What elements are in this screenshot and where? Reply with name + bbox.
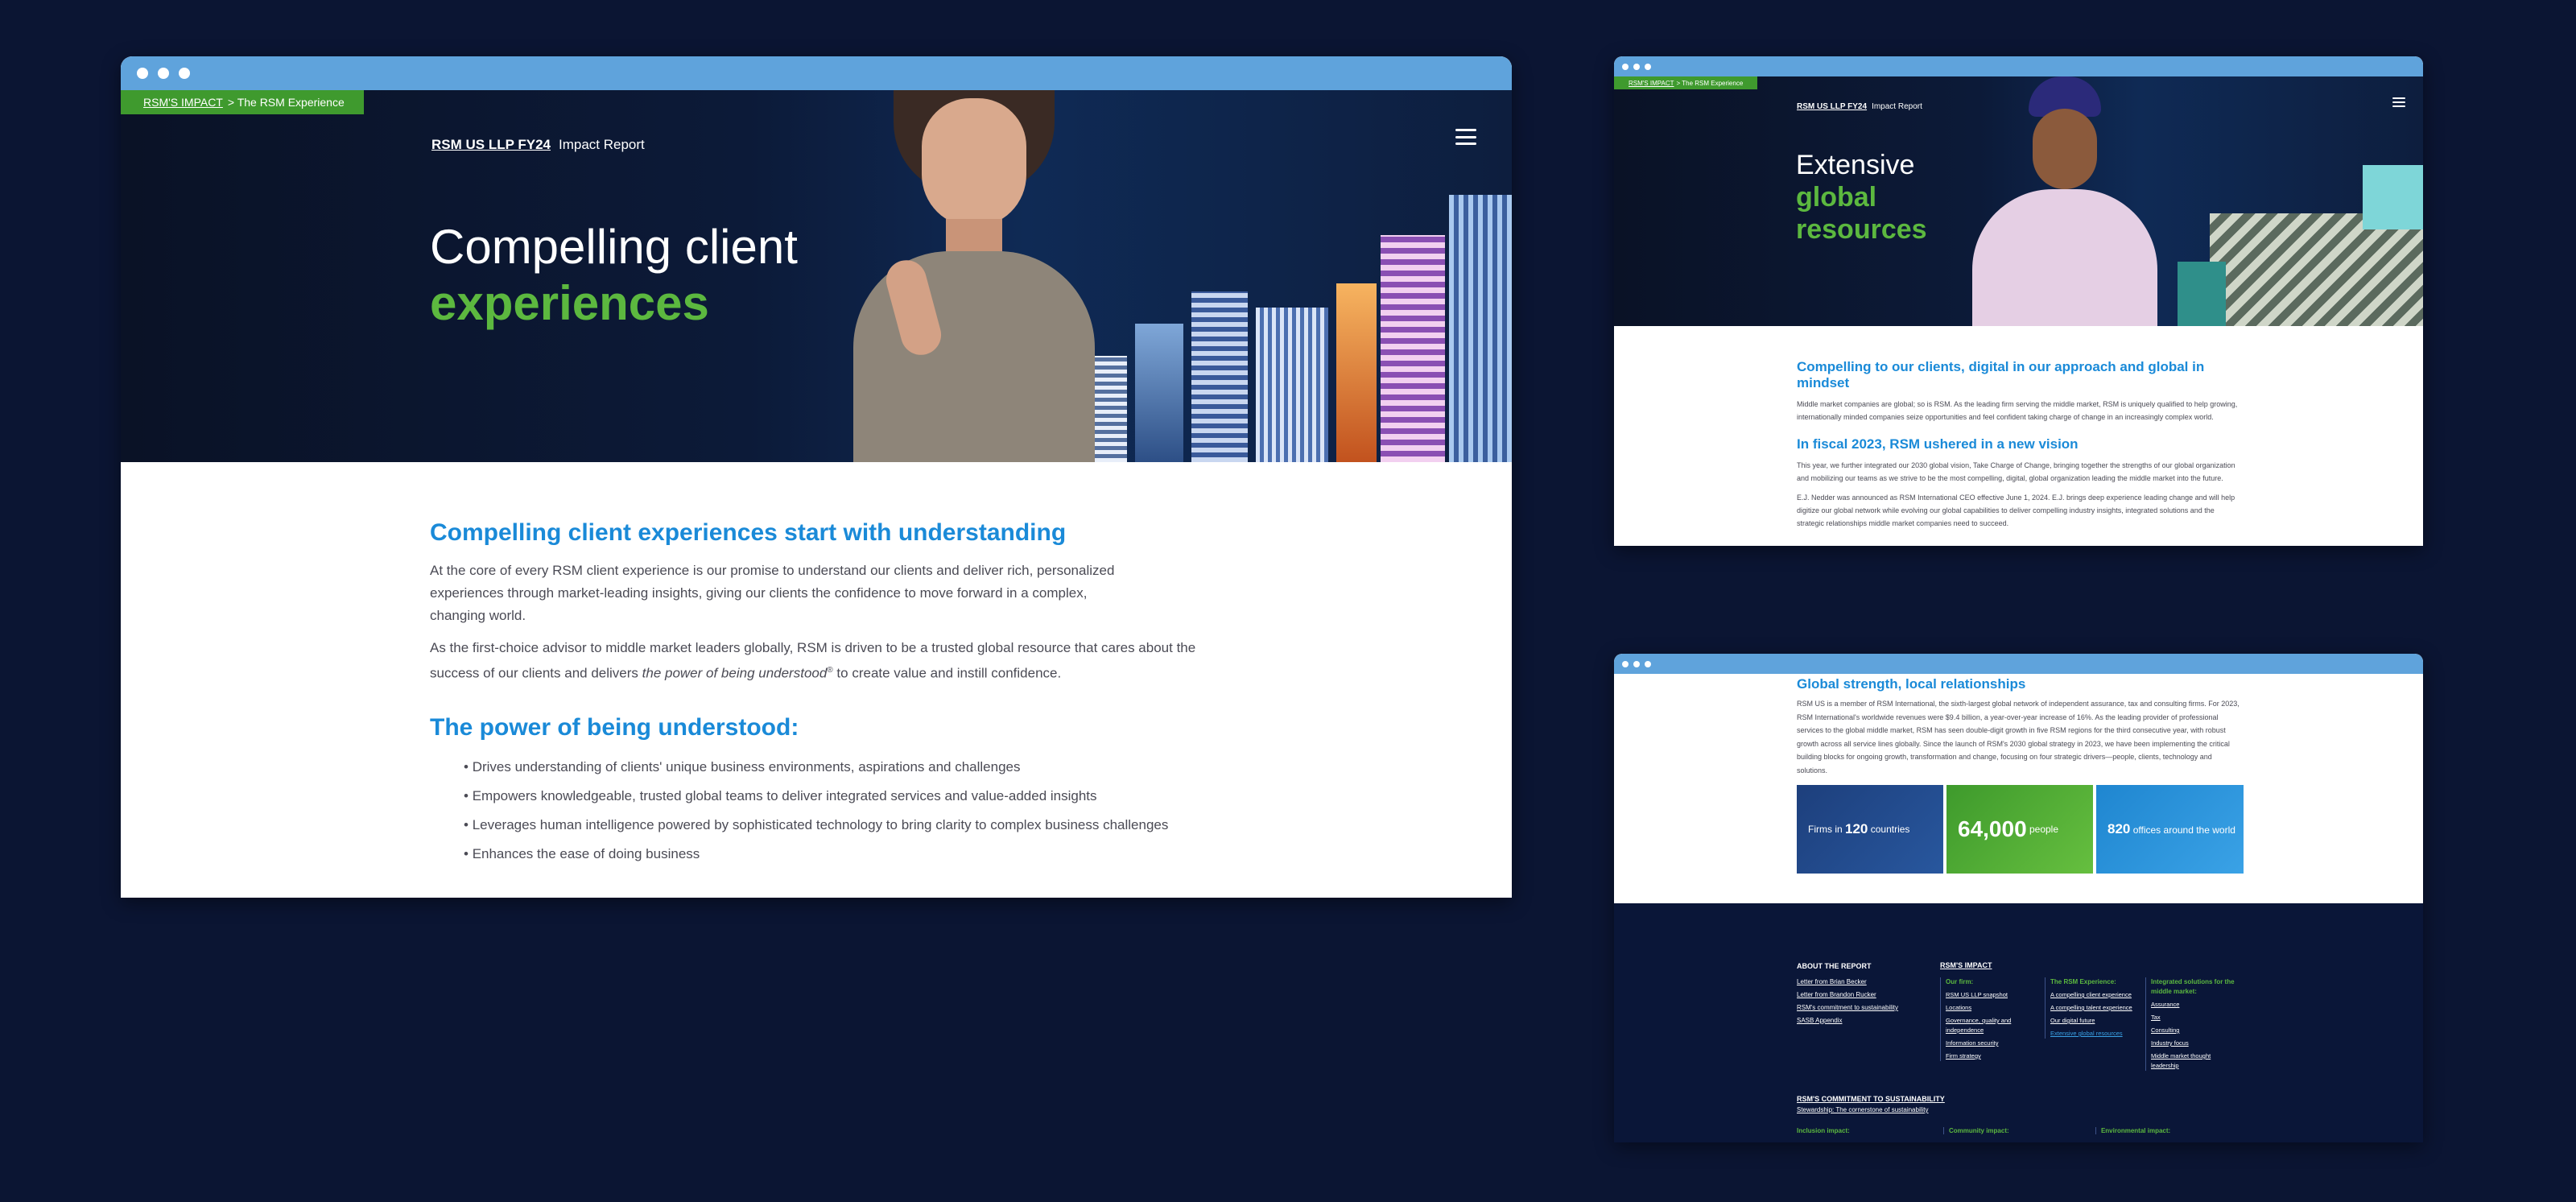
footer-about: ABOUT THE REPORT Letter from Brian Becke… [1797,960,1898,1027]
list-item: • Empowers knowledgeable, trusted global… [464,787,1097,803]
brand-logo[interactable]: RSM US LLP FY24 Impact Report [431,137,645,153]
breadcrumb-current: > The RSM Experience [1676,79,1744,87]
hero-banner: RSM'S IMPACT > The RSM Experience RSM US… [121,90,1512,462]
section-heading-compelling: Compelling to our clients, digital in ou… [1797,359,2205,390]
hero-person-image [845,90,1111,462]
breadcrumb-link-rsm-impact[interactable]: RSM'S IMPACT [143,96,223,109]
footer-link-active[interactable]: Extensive global resources [2050,1029,2143,1039]
brand-name: RSM US LLP FY24 [1797,102,1868,111]
browser-window-strength: Global strength, local relationships RSM… [1614,654,2423,1142]
hero-title-line2: experiences [430,276,709,330]
window-controls [1622,63,1651,70]
footer-link[interactable]: Information security [1946,1039,2042,1048]
footer-link[interactable]: Our digital future [2050,1016,2143,1026]
footer-link[interactable]: Tax [2151,1013,2240,1022]
footer-ourfirm: Our firm: RSM US LLP snapshot Locations … [1940,977,2042,1061]
main-content: Compelling to our clients, digital in ou… [1797,359,2244,530]
list-item: • Leverages human intelligence powered b… [464,816,1169,832]
close-dot-icon[interactable] [1622,660,1629,667]
footer-category: Community impact: [1944,1127,2096,1134]
footer-bottom-row: Inclusion impact: Community impact: Envi… [1797,1127,2244,1134]
breadcrumb: RSM'S IMPACT > The RSM Experience [1614,76,1757,89]
hero-title: Compelling client experiences [430,219,798,332]
footer-link[interactable]: RSM US LLP snapshot [1946,990,2042,1000]
maximize-dot-icon[interactable] [1645,63,1651,70]
footer-link[interactable]: Firm strategy [1946,1051,2042,1061]
minimize-dot-icon[interactable] [1633,660,1640,667]
hero-banner: RSM'S IMPACT > The RSM Experience RSM US… [1614,76,2423,326]
hero-title-line1: Extensive [1796,150,1915,180]
brand-name: RSM US LLP FY24 [431,137,551,152]
section-heading-power: The power of being understood: [430,713,799,741]
menu-hamburger-icon[interactable] [2392,97,2405,107]
window-controls [1622,660,1651,667]
paragraph: RSM US is a member of RSM International,… [1797,700,2240,774]
footer-link[interactable]: Governance, quality and independence [1946,1016,2042,1035]
hero-title-line2: global [1796,182,1877,213]
footer-link[interactable]: A compelling talent experience [2050,1003,2143,1013]
footer-link[interactable]: Stewardship: The cornerstone of sustaina… [1797,1105,1945,1116]
maximize-dot-icon[interactable] [179,68,190,79]
benefits-list: • Drives understanding of clients' uniqu… [464,753,1203,869]
minimize-dot-icon[interactable] [1633,63,1640,70]
stat-card-people: 64,000 people [1946,785,2093,874]
breadcrumb: RSM'S IMPACT > The RSM Experience [121,90,364,114]
footer-link[interactable]: SASB Appendix [1797,1014,1898,1027]
list-item: • Drives understanding of clients' uniqu… [464,758,1021,774]
stat-card-countries: Firms in 120 countries [1797,785,1943,874]
section-heading-global-strength: Global strength, local relationships [1797,676,2026,692]
hero-title: Extensive global resources [1796,149,1927,246]
footer-link[interactable]: Middle market thought leadership [2151,1051,2240,1071]
hero-title-line3: resources [1796,214,1927,245]
brand-sub: Impact Report [559,137,645,152]
close-dot-icon[interactable] [137,68,148,79]
footer-experience: The RSM Experience: A compelling client … [2045,977,2143,1039]
window-controls [137,68,190,79]
close-dot-icon[interactable] [1622,63,1629,70]
footer-category: Environmental impact: [2100,1127,2171,1134]
footer-sustainability: RSM'S COMMITMENT TO SUSTAINABILITY Stewa… [1797,1093,1945,1116]
footer-link[interactable]: Letter from Brandon Rucker [1797,989,1898,1002]
footer-link[interactable]: Assurance [2151,1000,2240,1010]
stat-card-offices: 820 offices around the world [2096,785,2244,874]
tagline-emphasis: the power of being understood [642,665,828,681]
maximize-dot-icon[interactable] [1645,660,1651,667]
footer-category: Inclusion impact: [1797,1127,1944,1134]
window-chrome [121,56,1512,90]
footer-link[interactable]: Locations [1946,1003,2042,1013]
paragraph: This year, we further integrated our 203… [1797,461,2235,482]
footer-link[interactable]: Industry focus [2151,1039,2240,1048]
paragraph: E.J. Nedder was announced as RSM Interna… [1797,494,2235,527]
browser-window-global: RSM'S IMPACT > The RSM Experience RSM US… [1614,56,2423,546]
footer-sustainability-title[interactable]: RSM'S COMMITMENT TO SUSTAINABILITY [1797,1093,1945,1105]
site-footer: ABOUT THE REPORT Letter from Brian Becke… [1614,903,2423,1142]
list-item: • Enhances the ease of doing business [464,845,700,861]
breadcrumb-current: > The RSM Experience [227,96,345,109]
main-content: Global strength, local relationships RSM… [1797,676,2244,777]
footer-link[interactable]: Consulting [2151,1026,2240,1035]
section-heading-understanding: Compelling client experiences start with… [430,519,1067,546]
section-heading-vision: In fiscal 2023, RSM ushered in a new vis… [1797,436,2079,452]
minimize-dot-icon[interactable] [158,68,169,79]
breadcrumb-link-rsm-impact[interactable]: RSM'S IMPACT [1629,80,1674,87]
footer-link[interactable]: Letter from Brian Becker [1797,976,1898,989]
browser-window-main: RSM'S IMPACT > The RSM Experience RSM US… [121,56,1512,898]
window-chrome [1614,56,2423,76]
footer-link[interactable]: RSM's commitment to sustainability [1797,1002,1898,1014]
footer-link[interactable]: A compelling client experience [2050,990,2143,1000]
paragraph: Middle market companies are global; so i… [1797,400,2238,421]
brand-sub: Impact Report [1872,102,1922,111]
footer-impact-title[interactable]: RSM'S IMPACT [1940,961,1992,969]
main-content: Compelling client experiences start with… [430,519,1203,869]
hero-title-line1: Compelling client [430,220,798,274]
window-chrome [1614,654,2423,674]
hero-person-image [1960,76,2169,326]
footer-integrated: Integrated solutions for the middle mark… [2145,977,2240,1071]
brand-logo[interactable]: RSM US LLP FY24 Impact Report [1797,102,1922,111]
architecture-image [2178,165,2423,326]
intro-paragraph: At the core of every RSM client experien… [430,563,1115,623]
advisor-paragraph: As the first-choice advisor to middle ma… [430,640,1196,681]
